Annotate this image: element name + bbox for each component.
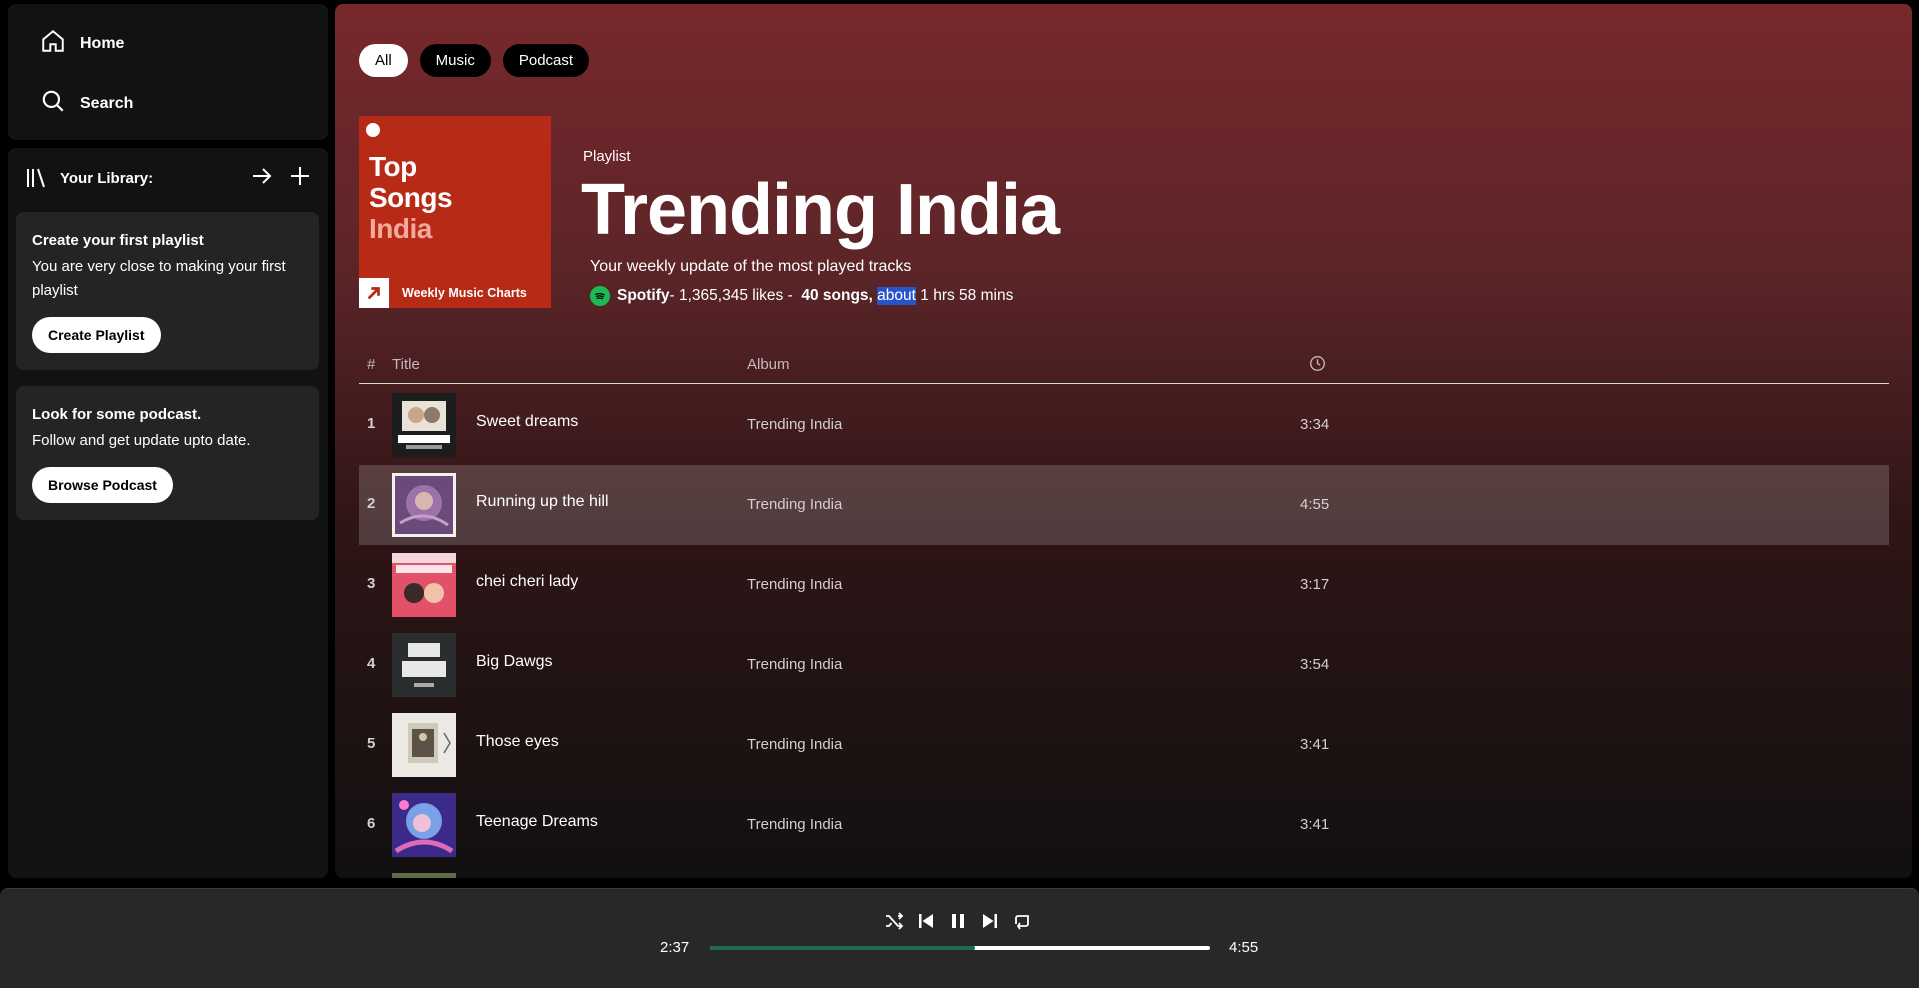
table-row[interactable]: 2 Running up the hill Trending India 4:5… xyxy=(359,465,1889,545)
track-album[interactable]: Trending India xyxy=(747,816,842,833)
create-playlist-card: Create your first playlist You are very … xyxy=(16,212,319,370)
album-art xyxy=(392,553,456,617)
album-art xyxy=(392,393,456,457)
playlist-cover: Top Songs India Weekly Music Charts xyxy=(359,116,551,308)
nav-search-label: Search xyxy=(80,94,134,112)
main-content: All Music Podcast Top Songs India Weekly… xyxy=(335,4,1912,878)
previous-icon[interactable] xyxy=(916,911,936,936)
app: Home Search Your Library: Create your fi… xyxy=(0,0,1919,988)
library-title: Your Library: xyxy=(60,169,154,187)
table-row[interactable]: 1 Sweet dreams Trending India 3:34 xyxy=(359,385,1889,465)
table-row[interactable]: 6 Teenage Dreams Trending India 3:41 xyxy=(359,785,1889,865)
next-icon[interactable] xyxy=(980,911,1000,936)
cover-line-3: India xyxy=(369,213,432,244)
track-number: 6 xyxy=(367,815,376,832)
track-title[interactable]: Big Dawgs xyxy=(476,653,552,671)
album-art xyxy=(392,473,456,537)
album-art xyxy=(392,713,456,777)
album-art xyxy=(392,793,456,857)
track-title[interactable]: Teenage Dreams xyxy=(476,813,598,831)
album-art xyxy=(392,633,456,697)
search-icon xyxy=(40,88,66,119)
track-table-header: # Title Album xyxy=(359,350,1889,384)
track-duration: 4:55 xyxy=(1300,496,1330,513)
player-bar: 2:37 4:55 xyxy=(0,888,1919,988)
arrow-right-icon[interactable] xyxy=(250,164,274,193)
track-number: 1 xyxy=(367,415,376,432)
table-row[interactable] xyxy=(359,865,1889,878)
track-title[interactable]: Those eyes xyxy=(476,733,559,751)
album-art xyxy=(392,873,456,878)
repeat-icon[interactable] xyxy=(1012,911,1032,936)
card-heading: Look for some podcast. xyxy=(32,406,202,423)
playlist-description: Your weekly update of the most played tr… xyxy=(590,258,912,275)
table-row[interactable]: 3 chei cheri lady Trending India 3:17 xyxy=(359,545,1889,625)
playlist-likes: - 1,365,345 likes - xyxy=(669,287,798,304)
cover-line-2: Songs xyxy=(369,182,453,213)
filter-all[interactable]: All xyxy=(359,44,408,77)
home-icon xyxy=(40,28,66,59)
playlist-type: Playlist xyxy=(583,148,631,165)
track-duration: 3:54 xyxy=(1300,656,1330,673)
track-number: 3 xyxy=(367,575,376,592)
track-duration: 3:41 xyxy=(1300,816,1330,833)
nav-home[interactable]: Home xyxy=(40,28,124,59)
shuffle-icon[interactable] xyxy=(884,911,904,936)
nav-panel: Home Search xyxy=(8,4,328,140)
track-album[interactable]: Trending India xyxy=(747,656,842,673)
track-title[interactable]: Sweet dreams xyxy=(476,413,578,431)
track-title[interactable]: Running up the hill xyxy=(476,493,609,511)
table-row[interactable]: 4 Big Dawgs Trending India 3:54 xyxy=(359,625,1889,705)
filter-music[interactable]: Music xyxy=(419,44,491,77)
trend-arrow-icon xyxy=(359,278,389,308)
track-duration: 3:34 xyxy=(1300,416,1330,433)
track-number: 5 xyxy=(367,735,376,752)
progress-bar[interactable] xyxy=(710,946,1210,950)
plus-icon[interactable] xyxy=(288,164,312,193)
playlist-title: Trending India xyxy=(581,170,1060,250)
pause-icon[interactable] xyxy=(948,911,968,936)
browse-podcast-card: Look for some podcast. Follow and get up… xyxy=(16,386,319,520)
track-album[interactable]: Trending India xyxy=(747,416,842,433)
header-title: Title xyxy=(392,356,420,373)
clock-icon xyxy=(1309,355,1326,376)
cover-line-1: Top xyxy=(369,151,417,182)
playlist-meta: Spotify - 1,365,345 likes - 40 songs, abo… xyxy=(590,286,1013,306)
header-num: # xyxy=(367,356,376,373)
filter-podcast[interactable]: Podcast xyxy=(502,44,590,77)
library-icon[interactable] xyxy=(24,166,48,190)
current-time: 2:37 xyxy=(660,939,690,956)
total-time: 4:55 xyxy=(1229,939,1259,956)
library-panel: Your Library: Create your first playlist… xyxy=(8,148,328,878)
track-duration: 3:41 xyxy=(1300,736,1330,753)
card-text: You are very close to making your first … xyxy=(32,258,286,299)
player-controls xyxy=(884,911,1032,936)
card-heading: Create your first playlist xyxy=(32,232,204,249)
track-title[interactable]: chei cheri lady xyxy=(476,573,578,591)
nav-home-label: Home xyxy=(80,34,125,52)
track-album[interactable]: Trending India xyxy=(747,496,842,513)
create-playlist-button[interactable]: Create Playlist xyxy=(32,317,161,353)
browse-podcast-button[interactable]: Browse Podcast xyxy=(32,467,173,503)
playlist-about: about xyxy=(877,287,916,305)
progress-fill xyxy=(710,946,975,950)
track-album[interactable]: Trending India xyxy=(747,576,842,593)
filter-chips: All Music Podcast xyxy=(359,44,590,77)
playlist-duration: 1 hrs 58 mins xyxy=(915,287,1014,304)
track-number: 2 xyxy=(367,495,376,512)
library-header: Your Library: xyxy=(24,164,312,192)
header-album: Album xyxy=(747,356,790,373)
cover-footer: Weekly Music Charts xyxy=(402,286,527,300)
playlist-song-count: 40 songs, xyxy=(801,287,873,304)
table-row[interactable]: 5 Those eyes Trending India 3:41 xyxy=(359,705,1889,785)
card-text: Follow and get update upto date. xyxy=(32,432,251,449)
nav-search[interactable]: Search xyxy=(40,88,133,119)
spotify-icon xyxy=(590,286,610,306)
playlist-owner[interactable]: Spotify xyxy=(617,287,670,305)
track-duration: 3:17 xyxy=(1300,576,1330,593)
spotify-logo-icon xyxy=(366,123,380,137)
track-number: 4 xyxy=(367,655,376,672)
track-album[interactable]: Trending India xyxy=(747,736,842,753)
